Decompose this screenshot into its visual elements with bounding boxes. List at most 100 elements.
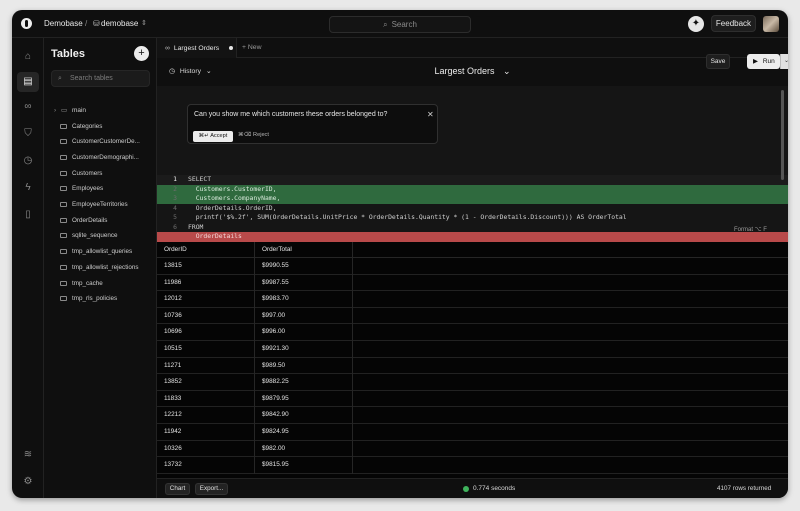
sidebar-item-table[interactable]: CustomerCustomerDe...	[60, 136, 140, 148]
cell-orderid[interactable]: 11986	[157, 274, 255, 292]
avatar[interactable]	[763, 16, 779, 32]
book-icon[interactable]: ▯	[21, 208, 35, 222]
table-row[interactable]: 13732 $9815.95	[157, 457, 788, 474]
ai-assistant-button[interactable]: ✦	[688, 16, 704, 32]
table-row[interactable]: 12012 $9983.70	[157, 291, 788, 308]
column-header-orderid[interactable]: OrderID	[157, 242, 255, 258]
table-row[interactable]: 12212 $9842.90	[157, 407, 788, 424]
table-row[interactable]: 10736 $997.00	[157, 307, 788, 325]
table-row[interactable]: 11833 $9879.95	[157, 390, 788, 408]
code-line[interactable]: 1 SELECT	[157, 175, 788, 185]
code-line[interactable]: 4 OrderDetails.OrderID,	[157, 204, 788, 214]
cell-ordertotal[interactable]: $9842.90	[255, 407, 353, 424]
breadcrumb-org[interactable]: Demobase	[44, 19, 83, 28]
binoculars-icon[interactable]: ∞	[21, 100, 35, 114]
column-header-ordertotal[interactable]: OrderTotal	[255, 242, 353, 258]
table-row[interactable]: 11271 $989.50	[157, 357, 788, 375]
sidebar-item-table[interactable]: CustomerDemographi...	[60, 151, 139, 163]
cell-orderid[interactable]: 10326	[157, 440, 255, 458]
cell-orderid[interactable]: 13732	[157, 457, 255, 474]
sidebar-item-table[interactable]: OrderDetails	[60, 214, 107, 226]
bolt-icon[interactable]: ϟ	[21, 181, 35, 195]
cell-orderid[interactable]: 12212	[157, 407, 255, 424]
run-button[interactable]: ▶ Run	[747, 54, 780, 69]
cell-ordertotal[interactable]: $9983.70	[255, 291, 353, 308]
save-button[interactable]: Save	[706, 54, 730, 69]
cell-orderid[interactable]: 13815	[157, 258, 255, 275]
stack-icon[interactable]: ≋	[21, 448, 35, 462]
code-line[interactable]: 6 FROM	[157, 223, 788, 233]
code-line[interactable]: OrderDetails	[157, 232, 788, 242]
table-name: Categories	[72, 122, 103, 130]
cell-ordertotal[interactable]: $9824.95	[255, 424, 353, 441]
sidebar-item-table[interactable]: Customers	[60, 167, 102, 179]
cell-orderid[interactable]: 12012	[157, 291, 255, 308]
table-search-input[interactable]: ⌕ Search tables	[51, 70, 150, 87]
tab-largest-orders[interactable]: ∞ Largest Orders	[157, 38, 237, 58]
cell-orderid[interactable]: 11942	[157, 424, 255, 441]
table-row[interactable]: 13815 $9990.55	[157, 258, 788, 275]
cell-orderid[interactable]: 10696	[157, 324, 255, 341]
reject-button[interactable]: ⌘⌫ Reject	[238, 132, 269, 138]
chart-button[interactable]: Chart	[165, 483, 190, 495]
app-logo-icon[interactable]	[21, 18, 32, 29]
editor-scrollbar[interactable]	[781, 90, 784, 180]
query-title[interactable]: Largest Orders ⌄	[157, 66, 788, 77]
cell-ordertotal[interactable]: $9990.55	[255, 258, 353, 275]
cell-orderid[interactable]: 11833	[157, 390, 255, 408]
table-row[interactable]: 10326 $982.00	[157, 440, 788, 458]
sql-editor[interactable]: 1 SELECT 2 Customers.CustomerID, 3 Customer…	[157, 86, 788, 270]
sidebar-item-table[interactable]: tmp_allowlist_queries	[60, 246, 132, 258]
code-line[interactable]: 3 Customers.CompanyName,	[157, 194, 788, 204]
gear-icon[interactable]: ⚙	[21, 475, 35, 489]
export-button[interactable]: Export...	[195, 483, 228, 495]
table-row[interactable]: 11986 $9987.55	[157, 274, 788, 292]
code-text: printf('$%.2f', SUM(OrderDetails.UnitPri…	[188, 213, 627, 221]
table-row[interactable]: 10515 $9921.30	[157, 341, 788, 358]
table-editor-icon[interactable]: ▤	[17, 72, 39, 92]
close-icon[interactable]: ✕	[427, 110, 434, 119]
cell-ordertotal[interactable]: $9882.25	[255, 374, 353, 391]
run-options-button[interactable]: ⌄	[780, 54, 788, 69]
sidebar-item-table[interactable]: sqlite_sequence	[60, 230, 118, 242]
table-row[interactable]: 11942 $9824.95	[157, 424, 788, 441]
table-row[interactable]: 13852 $9882.25	[157, 374, 788, 391]
add-table-button[interactable]: +	[134, 46, 149, 61]
global-search[interactable]: ⌕ Search	[329, 16, 471, 33]
cell-orderid[interactable]: 10515	[157, 341, 255, 358]
sidebar-item-table[interactable]: tmp_cache	[60, 277, 103, 289]
sidebar-item-table[interactable]: tmp_allowlist_rejections	[60, 261, 139, 273]
sidebar-item-table[interactable]: Employees	[60, 183, 103, 195]
cell-orderid[interactable]: 10736	[157, 307, 255, 325]
ai-prompt-text[interactable]: Can you show me which customers these or…	[194, 111, 387, 118]
cell-orderid[interactable]: 11271	[157, 357, 255, 375]
accept-button[interactable]: ⌘↵ Accept	[193, 131, 233, 142]
shield-icon[interactable]: ⛉	[21, 127, 35, 141]
table-row[interactable]: 10696 $996.00	[157, 324, 788, 341]
new-tab-button[interactable]: + New	[242, 44, 261, 51]
table-name: CustomerDemographi...	[72, 153, 139, 161]
cell-ordertotal[interactable]: $9815.95	[255, 457, 353, 474]
cell-ordertotal[interactable]: $9879.95	[255, 390, 353, 408]
cell-ordertotal[interactable]: $989.50	[255, 357, 353, 375]
feedback-button[interactable]: Feedback	[711, 15, 756, 32]
code-line[interactable]: 5 printf('$%.2f', SUM(OrderDetails.UnitP…	[157, 213, 788, 223]
cell-ordertotal[interactable]: $9921.30	[255, 341, 353, 358]
cell-orderid[interactable]: 13852	[157, 374, 255, 391]
sidebar-item-table[interactable]: EmployeeTerritories	[60, 199, 128, 211]
cell-ordertotal[interactable]: $9987.55	[255, 274, 353, 292]
chevron-updown-icon[interactable]: ⇕	[141, 19, 147, 27]
table-name: EmployeeTerritories	[72, 201, 128, 208]
clock-icon[interactable]: ◷	[21, 154, 35, 168]
cell-ordertotal[interactable]: $997.00	[255, 307, 353, 325]
table-icon	[60, 139, 67, 145]
schema-folder[interactable]: › ▭ main	[54, 106, 86, 114]
home-icon[interactable]: ⌂	[21, 50, 35, 64]
breadcrumb-project[interactable]: demobase	[101, 19, 138, 28]
sidebar-item-table[interactable]: tmp_rls_policies	[60, 293, 117, 305]
code-line[interactable]: 2 Customers.CustomerID,	[157, 184, 788, 194]
sidebar-item-table[interactable]: Categories	[60, 120, 102, 132]
cell-ordertotal[interactable]: $996.00	[255, 324, 353, 341]
cell-ordertotal[interactable]: $982.00	[255, 440, 353, 458]
format-hint[interactable]: Format ⌥ F	[734, 226, 767, 233]
